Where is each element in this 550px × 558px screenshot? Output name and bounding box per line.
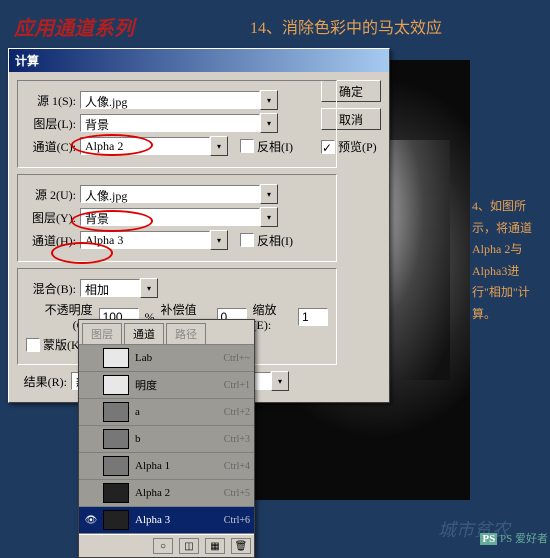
chevron-down-icon[interactable]: ▾: [210, 230, 228, 250]
scale-input[interactable]: [298, 308, 328, 326]
channel-shortcut: Ctrl+1: [224, 380, 250, 391]
source1-label: 源 1(S):: [26, 92, 76, 109]
dialog-titlebar[interactable]: 计算: [9, 49, 389, 72]
channel1-label: 通道(C):: [26, 138, 76, 155]
channel-shortcut: Ctrl+5: [224, 488, 250, 499]
channel-name: Lab: [135, 352, 223, 364]
source1-select[interactable]: 人像.jpg: [80, 91, 260, 109]
channels-panel[interactable]: 图层 通道 路径 LabCtrl+~明度Ctrl+1aCtrl+2bCtrl+3…: [78, 319, 255, 558]
channel-shortcut: Ctrl+3: [224, 434, 250, 445]
channel-name: 明度: [135, 377, 224, 393]
channel-thumb: [103, 483, 129, 503]
chevron-down-icon[interactable]: ▾: [260, 90, 278, 110]
channel-thumb: [103, 348, 129, 368]
invert1-checkbox[interactable]: [240, 139, 254, 153]
chevron-down-icon[interactable]: ▾: [260, 113, 278, 133]
channel-shortcut: Ctrl+2: [224, 407, 250, 418]
source1-group: 源 1(S): 人像.jpg▾ 图层(L): 背景▾ 通道(C): Alpha …: [17, 80, 337, 168]
source2-select[interactable]: 人像.jpg: [80, 185, 260, 203]
channel-shortcut: Ctrl+~: [223, 353, 250, 364]
channel-item[interactable]: Alpha 1Ctrl+4: [79, 453, 254, 480]
chevron-down-icon[interactable]: ▾: [271, 371, 289, 391]
channel-shortcut: Ctrl+4: [224, 461, 250, 472]
channel-name: Alpha 2: [135, 487, 224, 499]
blend-label: 混合(B):: [26, 280, 76, 297]
layer2-select[interactable]: 背景: [80, 208, 260, 226]
channel-list: LabCtrl+~明度Ctrl+1aCtrl+2bCtrl+3Alpha 1Ct…: [79, 345, 254, 534]
invert1-label: 反相(I): [257, 138, 293, 155]
preview-label: 预览(P): [338, 138, 377, 155]
channel-item[interactable]: LabCtrl+~: [79, 345, 254, 372]
source2-label: 源 2(U):: [26, 186, 76, 203]
eye-icon[interactable]: [83, 431, 99, 447]
channel2-select[interactable]: Alpha 3: [80, 231, 210, 249]
tab-layers[interactable]: 图层: [82, 323, 122, 344]
eye-icon[interactable]: [83, 458, 99, 474]
eye-icon[interactable]: 👁: [83, 512, 99, 528]
logo-text: PS 爱好者: [500, 533, 548, 545]
channel-item[interactable]: bCtrl+3: [79, 426, 254, 453]
channel-name: Alpha 1: [135, 460, 224, 472]
channel-name: b: [135, 433, 224, 445]
mask-checkbox[interactable]: [26, 338, 40, 352]
channel-item[interactable]: aCtrl+2: [79, 399, 254, 426]
tab-paths[interactable]: 路径: [166, 323, 206, 344]
scale-label: 缩放(E):: [253, 301, 292, 333]
channel-thumb: [103, 510, 129, 530]
chevron-down-icon[interactable]: ▾: [260, 207, 278, 227]
tab-channels[interactable]: 通道: [124, 323, 164, 344]
series-title: 应用通道系列: [14, 12, 134, 41]
channel-item[interactable]: 👁 Alpha 3Ctrl+6: [79, 507, 254, 534]
page-title: 14、消除色彩中的马太效应: [250, 14, 442, 38]
source2-group: 源 2(U): 人像.jpg▾ 图层(Y): 背景▾ 通道(H): Alpha …: [17, 174, 337, 262]
layer1-label: 图层(L):: [26, 115, 76, 132]
channel-shortcut: Ctrl+6: [224, 515, 250, 526]
channel2-label: 通道(H):: [26, 232, 76, 249]
layer1-select[interactable]: 背景: [80, 114, 260, 132]
eye-icon[interactable]: [83, 404, 99, 420]
channel-item[interactable]: Alpha 2Ctrl+5: [79, 480, 254, 507]
chevron-down-icon[interactable]: ▾: [260, 184, 278, 204]
chevron-down-icon[interactable]: ▾: [140, 278, 158, 298]
channel-thumb: [103, 456, 129, 476]
layer2-label: 图层(Y):: [26, 209, 76, 226]
blend-select[interactable]: 相加: [80, 279, 140, 297]
save-selection-icon[interactable]: ◫: [179, 538, 199, 554]
channel-thumb: [103, 429, 129, 449]
invert2-checkbox[interactable]: [240, 233, 254, 247]
result-label: 结果(R):: [17, 373, 67, 390]
eye-icon[interactable]: [83, 350, 99, 366]
logo: PS PS 爱好者: [480, 530, 548, 546]
new-channel-icon[interactable]: ▦: [205, 538, 225, 554]
channel-thumb: [103, 402, 129, 422]
load-selection-icon[interactable]: ○: [153, 538, 173, 554]
channel1-select[interactable]: Alpha 2: [80, 137, 210, 155]
channel-item[interactable]: 明度Ctrl+1: [79, 372, 254, 399]
eye-icon[interactable]: [83, 485, 99, 501]
channel-thumb: [103, 375, 129, 395]
chevron-down-icon[interactable]: ▾: [210, 136, 228, 156]
channel-name: Alpha 3: [135, 514, 224, 526]
invert2-label: 反相(I): [257, 232, 293, 249]
channel-name: a: [135, 406, 224, 418]
eye-icon[interactable]: [83, 377, 99, 393]
side-note: 4、如图所示，将通道Alpha 2与Alpha3进行"相加"计算。: [472, 196, 542, 326]
delete-channel-icon[interactable]: 🗑: [231, 538, 251, 554]
